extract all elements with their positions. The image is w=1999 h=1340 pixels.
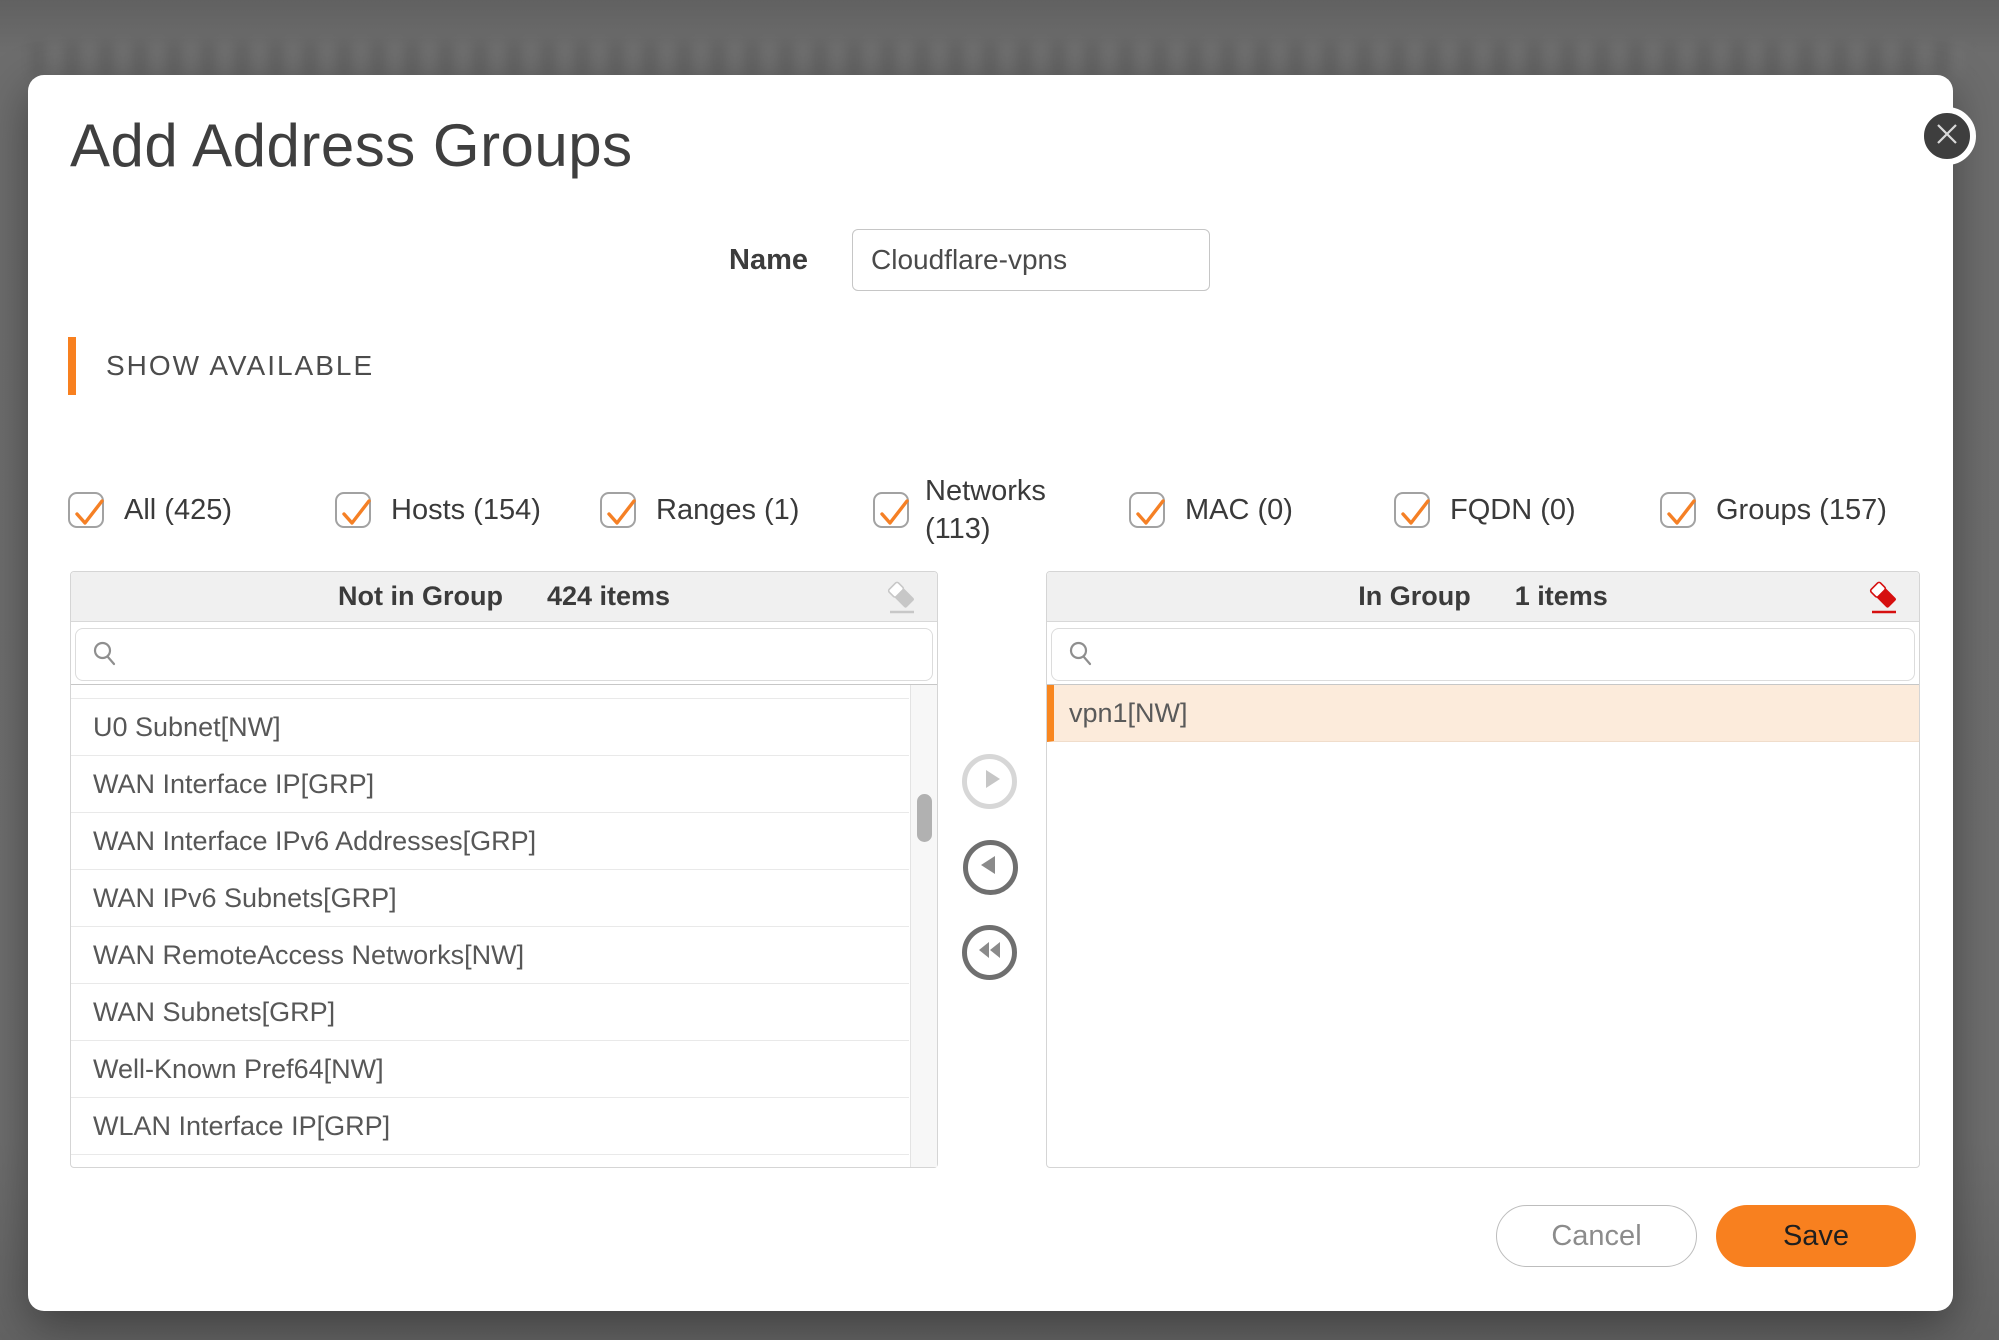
move-all-left-button[interactable]: [962, 925, 1017, 980]
eraser-icon: [883, 604, 921, 621]
filter-label: FQDN (0): [1450, 494, 1576, 527]
checkbox-checked-icon[interactable]: [1660, 492, 1696, 528]
checkbox-checked-icon[interactable]: [68, 492, 104, 528]
panel-item-count: 424 items: [547, 581, 670, 612]
filter-checkbox-fqdn[interactable]: FQDN (0): [1394, 492, 1576, 528]
eraser-icon-red: [1865, 604, 1903, 621]
panel-title: Not in Group: [338, 581, 503, 612]
filter-checkbox-groups[interactable]: Groups (157): [1660, 492, 1887, 528]
scrollbar-track: [910, 685, 937, 1167]
double-arrow-left-icon: [972, 932, 1008, 973]
list-item[interactable]: WLAN Interface IP[GRP]: [71, 1098, 909, 1155]
filter-checkbox-mac[interactable]: MAC (0): [1129, 492, 1293, 528]
arrow-left-icon: [973, 847, 1009, 888]
move-right-button[interactable]: [962, 754, 1017, 809]
not-in-group-search: [75, 628, 933, 681]
filter-label: MAC (0): [1185, 494, 1293, 527]
screen-backdrop: Add Address Groups Name SHOW AVAILABLE A…: [0, 0, 1999, 1340]
list-item[interactable]: Well-Known Pref64[NW]: [71, 1041, 909, 1098]
filter-label: Networks (113): [925, 472, 1055, 548]
list-item-selected[interactable]: vpn1[NW]: [1047, 685, 1919, 742]
search-icon: [1067, 640, 1095, 673]
list-item[interactable]: WAN Interface IPv6 Addresses[GRP]: [71, 813, 909, 870]
background-page-blur: [30, 42, 1969, 76]
close-icon: [1932, 119, 1962, 154]
name-field-label: Name: [588, 229, 808, 291]
page-title: Add Address Groups: [70, 109, 633, 183]
panel-item-count: 1 items: [1515, 581, 1608, 612]
filter-label: All (425): [124, 494, 232, 527]
section-accent-bar: [68, 337, 76, 395]
panel-title: In Group: [1358, 581, 1470, 612]
filter-checkbox-networks[interactable]: Networks (113): [873, 472, 1055, 548]
remove-all-button[interactable]: [1865, 579, 1903, 617]
filter-checkbox-hosts[interactable]: Hosts (154): [335, 492, 541, 528]
add-address-groups-modal: Add Address Groups Name SHOW AVAILABLE A…: [28, 75, 1953, 1311]
search-input[interactable]: [75, 628, 933, 681]
not-in-group-header: Not in Group 424 items: [71, 572, 937, 622]
filter-label: Ranges (1): [656, 494, 799, 527]
arrow-right-icon: [972, 761, 1008, 802]
filter-label: Groups (157): [1716, 494, 1887, 527]
in-group-panel: In Group 1 items: [1046, 571, 1920, 1168]
list-item[interactable]: U0 Subnet[NW]: [71, 699, 909, 756]
in-group-header: In Group 1 items: [1047, 572, 1919, 622]
filter-label: Hosts (154): [391, 494, 541, 527]
list-item[interactable]: WAN RemoteAccess Networks[NW]: [71, 927, 909, 984]
filter-checkbox-ranges[interactable]: Ranges (1): [600, 492, 799, 528]
filter-checkbox-all[interactable]: All (425): [68, 492, 232, 528]
clear-selection-button[interactable]: [883, 579, 921, 617]
checkbox-checked-icon[interactable]: [1394, 492, 1430, 528]
not-in-group-panel: Not in Group 424 items: [70, 571, 938, 1168]
list-item-partial[interactable]: [71, 685, 909, 699]
list-item[interactable]: WAN Interface IP[GRP]: [71, 756, 909, 813]
move-left-button[interactable]: [963, 840, 1018, 895]
list-item[interactable]: WAN Subnets[GRP]: [71, 984, 909, 1041]
checkbox-checked-icon[interactable]: [335, 492, 371, 528]
section-header: SHOW AVAILABLE: [106, 337, 374, 395]
cancel-button[interactable]: Cancel: [1496, 1205, 1697, 1267]
name-input[interactable]: [852, 229, 1210, 291]
in-group-search: [1051, 628, 1915, 681]
close-button[interactable]: [1918, 107, 1976, 165]
checkbox-checked-icon[interactable]: [600, 492, 636, 528]
scrollbar-thumb[interactable]: [917, 794, 932, 842]
in-group-list: vpn1[NW]: [1047, 685, 1919, 1167]
checkbox-checked-icon[interactable]: [873, 492, 909, 528]
save-button[interactable]: Save: [1716, 1205, 1916, 1267]
not-in-group-list: U0 Subnet[NW] WAN Interface IP[GRP] WAN …: [71, 685, 937, 1167]
list-item[interactable]: WAN IPv6 Subnets[GRP]: [71, 870, 909, 927]
search-input[interactable]: [1051, 628, 1915, 681]
checkbox-checked-icon[interactable]: [1129, 492, 1165, 528]
search-icon: [91, 640, 119, 673]
